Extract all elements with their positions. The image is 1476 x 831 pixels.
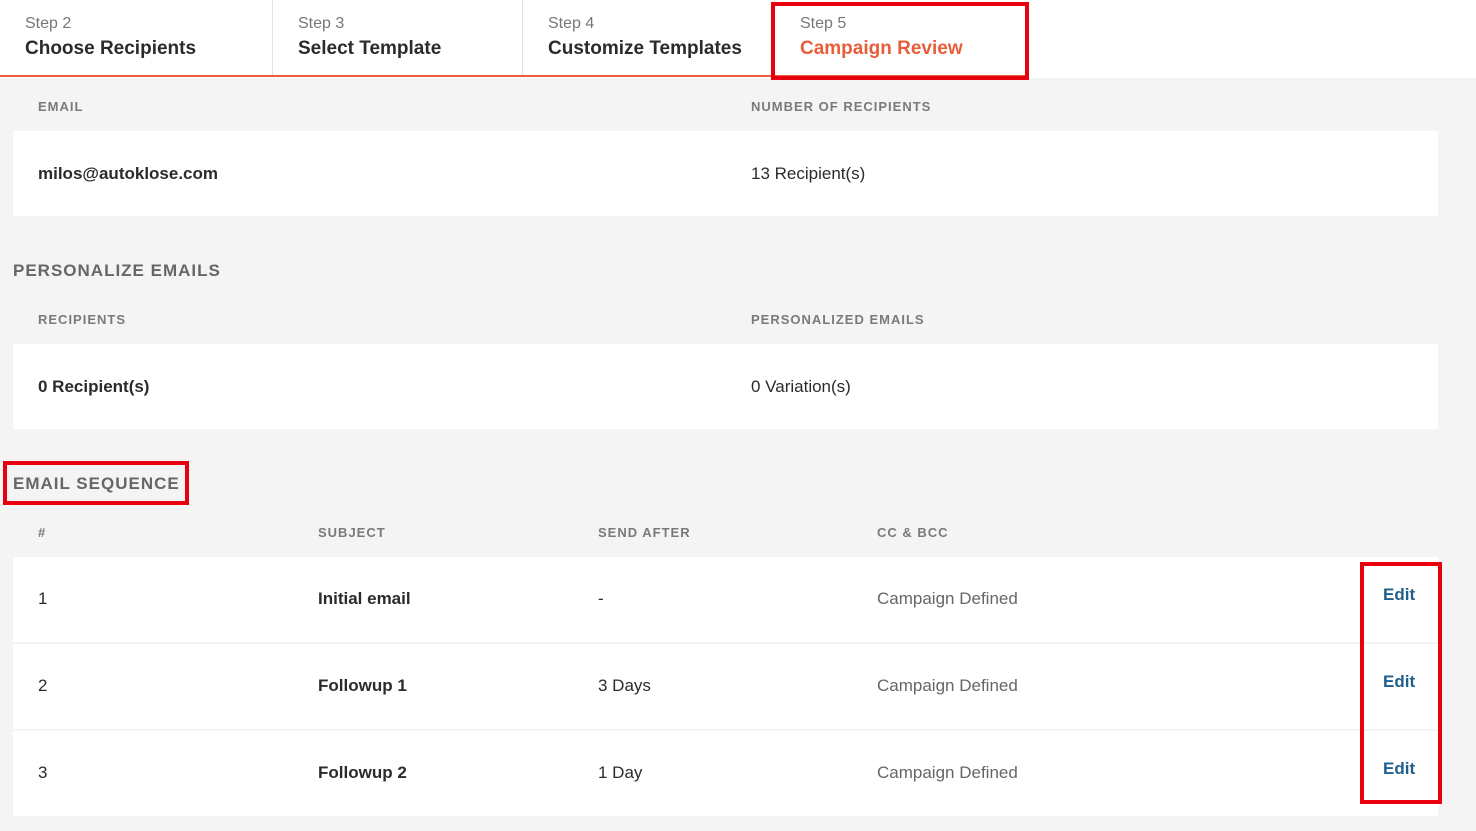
sender-email: milos@autoklose.com <box>38 164 219 183</box>
personalize-panel: 0 Recipient(s) 0 Variation(s) <box>13 344 1438 429</box>
sequence-send-after: 3 Days <box>598 676 651 695</box>
recipients-summary-panel: milos@autoklose.com 13 Recipient(s) <box>13 131 1438 216</box>
step-name: Choose Recipients <box>25 38 197 59</box>
step-name: Customize Templates <box>548 38 742 59</box>
step-select-template[interactable]: Step 3 Select Template <box>272 0 522 76</box>
step-choose-recipients[interactable]: Step 2 Choose Recipients <box>0 0 250 76</box>
personalized-emails-header: PERSONALIZED EMAILS <box>751 312 925 327</box>
sequence-number: 1 <box>38 589 48 608</box>
sequence-subject-header: SUBJECT <box>318 525 386 540</box>
highlight-box-edit-links <box>1360 562 1442 804</box>
sequence-send-after: - <box>598 589 604 608</box>
sequence-row: 2 Followup 1 3 Days Campaign Defined Edi… <box>13 644 1438 729</box>
step-number: Step 2 <box>25 15 72 32</box>
step-name: Select Template <box>298 38 442 59</box>
personalize-section-title: PERSONALIZE EMAILS <box>13 261 221 280</box>
step-customize-templates[interactable]: Step 4 Customize Templates <box>522 0 774 76</box>
step-tabs: Step 2 Choose Recipients Step 3 Select T… <box>0 0 1476 78</box>
sequence-subject: Initial email <box>318 589 411 608</box>
personalized-variations: 0 Variation(s) <box>751 377 851 396</box>
sequence-number: 2 <box>38 676 48 695</box>
step-number: Step 3 <box>298 15 345 32</box>
sequence-send-after: 1 Day <box>598 763 643 782</box>
sequence-cc-bcc-header: CC & BCC <box>877 525 949 540</box>
personalize-recipients-header: RECIPIENTS <box>38 312 127 327</box>
recipients-count-column-header: NUMBER OF RECIPIENTS <box>751 99 932 114</box>
sequence-cc-bcc: Campaign Defined <box>877 676 1018 695</box>
step-number: Step 4 <box>548 15 595 32</box>
highlight-box-sequence-title <box>3 461 189 505</box>
sequence-subject: Followup 1 <box>318 676 407 695</box>
sequence-cc-bcc: Campaign Defined <box>877 589 1018 608</box>
recipients-count: 13 Recipient(s) <box>751 164 866 183</box>
highlight-box-step5 <box>771 2 1029 80</box>
personalized-recipients: 0 Recipient(s) <box>38 377 150 396</box>
sequence-send-after-header: SEND AFTER <box>598 525 691 540</box>
sequence-cc-bcc: Campaign Defined <box>877 763 1018 782</box>
sequence-row: 1 Initial email - Campaign Defined Edit <box>13 557 1438 642</box>
sequence-number: 3 <box>38 763 48 782</box>
sequence-subject: Followup 2 <box>318 763 407 782</box>
sequence-row: 3 Followup 2 1 Day Campaign Defined Edit <box>13 731 1438 816</box>
sequence-number-header: # <box>38 525 47 540</box>
email-column-header: EMAIL <box>38 99 84 114</box>
